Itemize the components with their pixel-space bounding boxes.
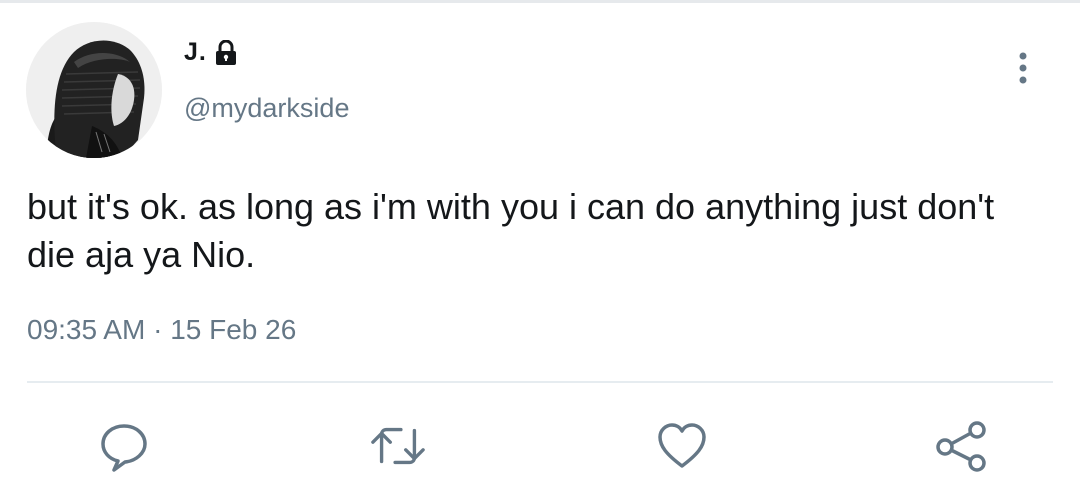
tweet-date: 15 Feb 26	[170, 314, 297, 345]
author-name-row: J.	[184, 38, 237, 67]
tweet-timestamp: 09:35 AM · 15 Feb 26	[27, 314, 296, 346]
display-name[interactable]: J.	[184, 38, 207, 67]
lock-icon	[215, 39, 237, 66]
tweet-time: 09:35 AM	[27, 314, 146, 345]
retweet-icon	[371, 427, 425, 465]
tweet-text: but it's ok. as long as i'm with you i c…	[27, 186, 995, 275]
share-button[interactable]	[933, 418, 989, 474]
user-handle[interactable]: @mydarkside	[184, 93, 349, 124]
reply-icon	[101, 424, 147, 472]
top-divider	[0, 0, 1080, 3]
retweet-button[interactable]	[370, 418, 426, 474]
share-icon	[936, 421, 986, 472]
avatar[interactable]	[26, 22, 162, 158]
meta-separator: ·	[153, 314, 163, 345]
actions-divider	[27, 381, 1053, 383]
like-icon	[658, 423, 706, 468]
more-vertical-icon[interactable]	[1012, 52, 1034, 86]
reply-button[interactable]	[96, 418, 152, 474]
like-button[interactable]	[654, 418, 710, 474]
